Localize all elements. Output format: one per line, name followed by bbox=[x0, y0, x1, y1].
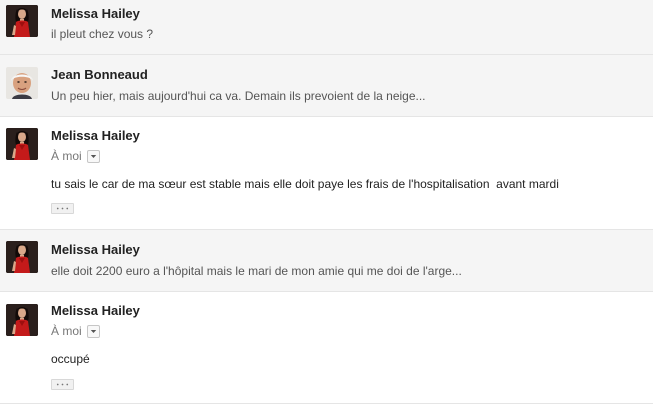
details-dropdown-button[interactable] bbox=[86, 324, 100, 338]
message-snippet: il pleut chez vous ? bbox=[51, 27, 154, 41]
message-snippet: elle doit 2200 euro a l'hôpital mais le … bbox=[51, 264, 462, 278]
conversation-thread: Melissa Hailey il pleut chez vous ? Jean… bbox=[0, 0, 653, 414]
ellipsis-icon bbox=[56, 383, 69, 386]
show-trimmed-content-button[interactable] bbox=[51, 203, 74, 214]
woman-red-dress-avatar-icon bbox=[6, 241, 38, 273]
message-collapsed[interactable]: Jean Bonneaud Un peu hier, mais aujourd'… bbox=[0, 55, 653, 117]
recipient-label: À moi bbox=[51, 149, 82, 163]
woman-red-dress-avatar-icon bbox=[6, 128, 38, 160]
recipient-details-toggle[interactable]: À moi bbox=[51, 149, 100, 163]
sender-avatar[interactable] bbox=[6, 304, 38, 336]
sender-name[interactable]: Melissa Hailey bbox=[51, 128, 140, 143]
sender-avatar[interactable] bbox=[6, 5, 38, 37]
sender-avatar[interactable] bbox=[6, 128, 38, 160]
recipient-label: À moi bbox=[51, 324, 82, 338]
sender-name[interactable]: Melissa Hailey bbox=[51, 6, 140, 21]
sender-avatar[interactable] bbox=[6, 241, 38, 273]
message-snippet: Un peu hier, mais aujourd'hui ca va. Dem… bbox=[51, 89, 426, 103]
message-collapsed[interactable]: Melissa Hailey il pleut chez vous ? bbox=[0, 0, 653, 55]
message-body: occupé bbox=[51, 352, 90, 366]
woman-red-dress-avatar-icon bbox=[6, 304, 38, 336]
sender-avatar[interactable] bbox=[6, 67, 38, 99]
recipient-details-toggle[interactable]: À moi bbox=[51, 324, 100, 338]
sender-name[interactable]: Jean Bonneaud bbox=[51, 67, 148, 82]
message-body: tu sais le car de ma sœur est stable mai… bbox=[51, 177, 559, 191]
woman-red-dress-avatar-icon bbox=[6, 5, 38, 37]
chevron-down-icon bbox=[90, 154, 97, 159]
ellipsis-icon bbox=[56, 207, 69, 210]
sender-name[interactable]: Melissa Hailey bbox=[51, 242, 140, 257]
details-dropdown-button[interactable] bbox=[86, 149, 100, 163]
message-collapsed[interactable]: Melissa Hailey elle doit 2200 euro a l'h… bbox=[0, 230, 653, 292]
sender-name[interactable]: Melissa Hailey bbox=[51, 303, 140, 318]
show-trimmed-content-button[interactable] bbox=[51, 379, 74, 390]
chevron-down-icon bbox=[90, 329, 97, 334]
older-man-avatar-icon bbox=[6, 67, 38, 99]
message-expanded: Melissa Hailey À moi occupé bbox=[0, 292, 653, 404]
message-expanded: Melissa Hailey À moi tu sais le car de m… bbox=[0, 117, 653, 230]
